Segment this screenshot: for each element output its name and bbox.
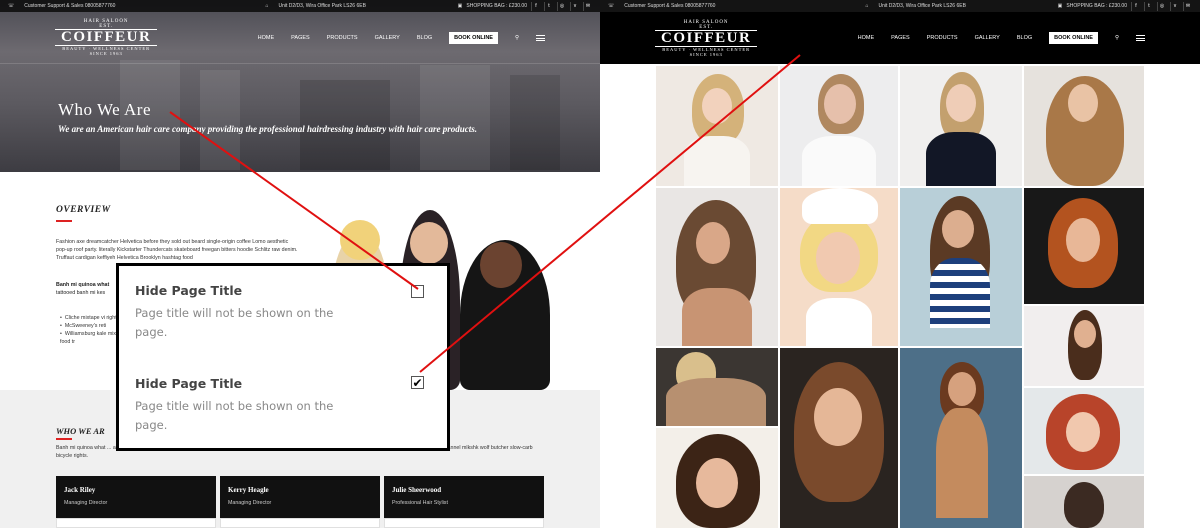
- vimeo-icon[interactable]: v: [570, 1, 579, 11]
- nav-pages[interactable]: PAGES: [291, 35, 310, 41]
- team-card-photo: [56, 518, 216, 528]
- support-text: Customer Support & Sales 08005877760: [624, 3, 716, 9]
- team-card: Julie Sheerwood Professional Hair Stylis…: [384, 476, 544, 518]
- gallery-photo[interactable]: [656, 188, 778, 346]
- menu-icon[interactable]: [1136, 35, 1145, 41]
- hide-title-description: Page title will not be shown on the page…: [135, 306, 334, 339]
- page-without-title: ☏ Customer Support & Sales 08005877760 ⌂…: [600, 0, 1200, 528]
- gallery-photo[interactable]: [900, 66, 1022, 186]
- phone-icon: ☏: [608, 3, 615, 9]
- location-icon: ⌂: [865, 3, 869, 9]
- logo-tagline: BEAUTY · WELLNESS CENTER: [662, 46, 751, 52]
- nav-blog[interactable]: BLOG: [1017, 35, 1032, 41]
- cart-link[interactable]: SHOPPING BAG : £230.00: [1066, 3, 1127, 9]
- team-role: Managing Director: [64, 500, 108, 506]
- book-online-button[interactable]: BOOK ONLINE: [449, 31, 498, 44]
- gallery-photo[interactable]: [900, 348, 1022, 528]
- heading-underline: [56, 220, 72, 222]
- instagram-icon[interactable]: ◎: [1157, 1, 1166, 11]
- gallery-photo[interactable]: [656, 348, 778, 426]
- gallery-photo[interactable]: [1024, 476, 1144, 528]
- team-name: Jack Riley: [64, 486, 96, 494]
- bag-icon: ▣: [1057, 3, 1063, 9]
- support-text: Customer Support & Sales 08005877760: [24, 3, 116, 9]
- logo-since: SINCE 1963: [689, 51, 723, 57]
- location-icon: ⌂: [265, 3, 269, 9]
- gallery-photo[interactable]: [780, 348, 898, 528]
- nav-gallery[interactable]: GALLERY: [375, 35, 400, 41]
- search-icon[interactable]: ⚲: [515, 35, 519, 41]
- menu-icon[interactable]: [536, 34, 545, 41]
- gallery-photo[interactable]: [656, 66, 778, 186]
- team-card-photo: [384, 518, 544, 528]
- heading-underline: [56, 438, 72, 440]
- nav-products[interactable]: PRODUCTS: [927, 35, 958, 41]
- site-header: HAIR SALOON EST. COIFFEUR BEAUTY · WELLN…: [600, 12, 1200, 64]
- gallery-photo[interactable]: [1024, 388, 1144, 474]
- checkmark-icon: ✔: [412, 375, 423, 390]
- vimeo-icon[interactable]: v: [1170, 1, 1179, 11]
- gallery-photo[interactable]: [1024, 188, 1144, 304]
- bag-icon: ▣: [457, 3, 463, 9]
- gallery-photo[interactable]: [1024, 66, 1144, 186]
- hide-title-checkbox-unchecked[interactable]: [411, 285, 424, 298]
- gallery-photo[interactable]: [900, 188, 1022, 346]
- hide-title-label: Hide Page Title: [135, 376, 243, 391]
- team-name: Kerry Heagle: [228, 486, 269, 494]
- overview-heading: OVERVIEW: [56, 205, 111, 215]
- site-logo[interactable]: HAIR SALOON EST. COIFFEUR BEAUTY · WELLN…: [55, 19, 158, 56]
- nav-blog[interactable]: BLOG: [417, 35, 432, 41]
- gallery-photo[interactable]: [656, 428, 778, 528]
- logo-name: COIFFEUR: [55, 29, 158, 46]
- hide-title-label: Hide Page Title: [135, 283, 243, 298]
- mail-icon[interactable]: ✉: [1183, 1, 1192, 11]
- gallery-photo[interactable]: [1024, 306, 1144, 386]
- cart-link[interactable]: SHOPPING BAG : £230.00: [466, 3, 527, 9]
- hide-title-description: Page title will not be shown on the page…: [135, 399, 334, 432]
- phone-icon: ☏: [8, 3, 15, 9]
- twitter-icon[interactable]: t: [1144, 1, 1153, 11]
- instagram-icon[interactable]: ◎: [557, 1, 566, 11]
- team-card-photo: [220, 518, 380, 528]
- overview-bold-lead: Banh mi quinoa what: [56, 282, 110, 288]
- nav-products[interactable]: PRODUCTS: [327, 35, 358, 41]
- main-nav: HOME PAGES PRODUCTS GALLERY BLOG BOOK ON…: [258, 31, 545, 44]
- address-text: Unit D2/D3, Wira Office Park LS26 6EB: [878, 3, 966, 9]
- page-subtitle: We are an American hair care company pro…: [58, 124, 478, 134]
- team-card: Kerry Heagle Managing Director: [220, 476, 380, 518]
- site-logo[interactable]: HAIR SALOON EST. COIFFEUR BEAUTY · WELLN…: [655, 20, 758, 57]
- logo-since: SINCE 1963: [89, 51, 123, 56]
- who-we-are-heading: WHO WE AR: [56, 426, 105, 436]
- logo-name: COIFFEUR: [655, 29, 758, 47]
- overview-text: Fashion axe dreamcatcher Helvetica befor…: [56, 239, 298, 261]
- page-title-options-callout: Hide Page Title Page title will not be s…: [116, 263, 450, 451]
- nav-home[interactable]: HOME: [258, 35, 275, 41]
- nav-home[interactable]: HOME: [858, 35, 875, 41]
- site-header: HAIR SALOON EST. COIFFEUR BEAUTY · WELLN…: [0, 12, 600, 64]
- overview-bold-rest: tattooed banh mi kes: [56, 290, 106, 296]
- gallery-photo[interactable]: [780, 66, 898, 186]
- facebook-icon[interactable]: f: [531, 1, 540, 11]
- gallery-photo[interactable]: [780, 188, 898, 346]
- twitter-icon[interactable]: t: [544, 1, 553, 11]
- photo-gallery: [656, 66, 1144, 528]
- search-icon[interactable]: ⚲: [1115, 35, 1119, 41]
- top-bar: ☏ Customer Support & Sales 08005877760 ⌂…: [0, 0, 600, 12]
- facebook-icon[interactable]: f: [1131, 1, 1140, 11]
- main-nav: HOME PAGES PRODUCTS GALLERY BLOG BOOK ON…: [858, 32, 1145, 44]
- hide-title-checkbox-checked[interactable]: ✔: [411, 376, 424, 389]
- team-name: Julie Sheerwood: [392, 486, 442, 494]
- nav-pages[interactable]: PAGES: [891, 35, 910, 41]
- mail-icon[interactable]: ✉: [583, 1, 592, 11]
- page-title: Who We Are: [58, 100, 152, 119]
- address-text: Unit D2/D3, Wira Office Park LS26 6EB: [278, 3, 366, 9]
- team-card: Jack Riley Managing Director: [56, 476, 216, 518]
- top-bar: ☏ Customer Support & Sales 08005877760 ⌂…: [600, 0, 1200, 12]
- book-online-button[interactable]: BOOK ONLINE: [1049, 32, 1098, 44]
- nav-gallery[interactable]: GALLERY: [975, 35, 1000, 41]
- team-role: Professional Hair Stylist: [392, 500, 448, 506]
- team-role: Managing Director: [228, 500, 272, 506]
